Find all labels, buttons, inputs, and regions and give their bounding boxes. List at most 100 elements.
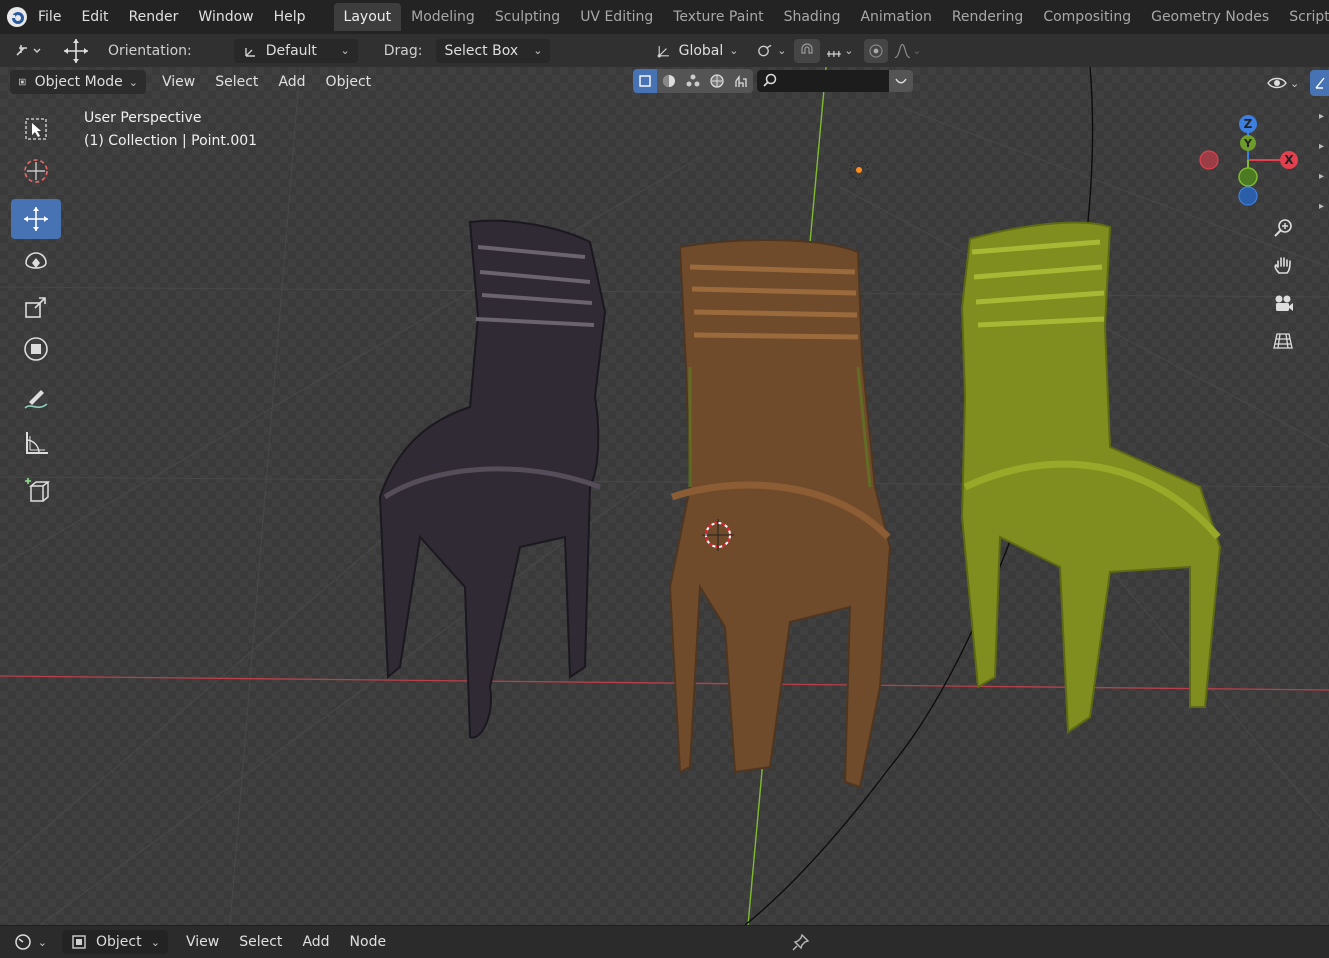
- menu-file[interactable]: File: [28, 4, 71, 30]
- menu-help[interactable]: Help: [264, 4, 316, 30]
- proportional-falloff-dropdown[interactable]: ⌄: [890, 38, 925, 63]
- tool-rotate[interactable]: [11, 243, 61, 283]
- sidebar-tab-arrow-icon[interactable]: ▸: [1314, 101, 1329, 131]
- snap-target-dropdown[interactable]: ⌄: [822, 38, 857, 63]
- chevron-down-icon: ⌄: [533, 44, 543, 57]
- pivot-point-dropdown[interactable]: ⌄: [752, 38, 791, 63]
- gizmo-neg-y[interactable]: [1238, 167, 1258, 187]
- editor-type-dropdown[interactable]: ⌄: [10, 930, 50, 954]
- tool-select-box[interactable]: [11, 109, 61, 149]
- transform-orientation-icon: [658, 45, 670, 57]
- node-tree-type-value: Object: [96, 934, 142, 950]
- viewport-search-input[interactable]: [757, 70, 889, 92]
- orientation-dropdown[interactable]: Default ⌄: [233, 38, 358, 63]
- tool-settings-button[interactable]: [14, 39, 44, 63]
- tab-sculpting[interactable]: Sculpting: [485, 3, 570, 31]
- pan-button[interactable]: [1268, 251, 1298, 281]
- gizmo-toggle-button[interactable]: [1310, 70, 1329, 96]
- active-object-info: (1) Collection | Point.001: [84, 133, 258, 149]
- orientation-label: Orientation:: [108, 42, 192, 59]
- shading-solid-button[interactable]: [657, 69, 681, 93]
- chair-brown[interactable]: [668, 239, 892, 789]
- tab-animation[interactable]: Animation: [850, 3, 941, 31]
- chevron-down-icon: ⌄: [844, 44, 854, 57]
- add-cube-icon: [25, 478, 51, 502]
- menu-edit[interactable]: Edit: [71, 4, 118, 30]
- tab-scripting[interactable]: Scripting: [1279, 3, 1329, 31]
- move-tool-icon: [60, 38, 92, 63]
- blender-logo-icon[interactable]: [6, 4, 28, 30]
- object-icon: [72, 935, 86, 949]
- tool-add-cube[interactable]: [11, 471, 61, 511]
- 3d-viewport[interactable]: Object Mode ⌄ View Select Add Object ⌄ U…: [0, 67, 1329, 925]
- proportional-edit-toggle[interactable]: [864, 38, 889, 63]
- gizmo-neg-x[interactable]: [1199, 150, 1219, 170]
- tab-geometry-nodes[interactable]: Geometry Nodes: [1141, 3, 1279, 31]
- orientation-icon: [245, 47, 255, 57]
- menu-render[interactable]: Render: [119, 4, 189, 30]
- bottom-menu-view[interactable]: View: [176, 934, 229, 950]
- tab-modeling[interactable]: Modeling: [401, 3, 485, 31]
- object-mode-icon: [19, 78, 26, 86]
- ortho-toggle-button[interactable]: [1268, 326, 1298, 356]
- sidebar-tab-arrow-icon[interactable]: ▸: [1314, 131, 1329, 161]
- shading-material-button[interactable]: [705, 69, 729, 93]
- gizmo-z-label: Z: [1244, 117, 1253, 131]
- bottom-menu-add[interactable]: Add: [292, 934, 339, 950]
- bottom-menu-select[interactable]: Select: [229, 934, 292, 950]
- node-tree-type-dropdown[interactable]: Object ⌄: [62, 930, 168, 954]
- tool-cursor[interactable]: [11, 151, 61, 191]
- tool-measure[interactable]: [11, 423, 61, 463]
- gizmo-y-label: Y: [1243, 137, 1253, 150]
- drag-dropdown[interactable]: Select Box ⌄: [436, 38, 551, 63]
- tab-rendering[interactable]: Rendering: [942, 3, 1034, 31]
- filter-dropdown-button[interactable]: [889, 70, 913, 92]
- tab-uv-editing[interactable]: UV Editing: [570, 3, 663, 31]
- tab-texture-paint[interactable]: Texture Paint: [663, 3, 773, 31]
- rotate-icon: [25, 252, 47, 269]
- viewport-menu-select[interactable]: Select: [205, 74, 268, 90]
- chair-olive[interactable]: [960, 221, 1222, 734]
- snap-toggle[interactable]: [794, 38, 821, 63]
- shading-particles-button[interactable]: [681, 69, 705, 93]
- tab-compositing[interactable]: Compositing: [1033, 3, 1141, 31]
- menu-window[interactable]: Window: [188, 4, 263, 30]
- pin-button[interactable]: [791, 932, 811, 952]
- grid-perspective-icon: [1273, 333, 1293, 349]
- tool-transform[interactable]: [11, 329, 61, 369]
- tool-annotate[interactable]: [11, 379, 61, 419]
- tab-shading[interactable]: Shading: [774, 3, 851, 31]
- chair-dark[interactable]: [378, 219, 607, 739]
- gizmo-neg-z[interactable]: [1238, 186, 1258, 206]
- tab-layout[interactable]: Layout: [333, 3, 402, 31]
- chevron-down-icon: ⌄: [1290, 76, 1300, 90]
- camera-view-button[interactable]: [1268, 289, 1298, 319]
- tool-move[interactable]: [11, 199, 61, 239]
- bottom-menu-node[interactable]: Node: [340, 934, 397, 950]
- view-perspective-label: User Perspective: [84, 110, 202, 126]
- chevron-down-icon: ⌄: [37, 935, 47, 949]
- navigation-gizmo[interactable]: X Z Y: [1196, 111, 1306, 221]
- chevron-down-icon: ⌄: [150, 935, 160, 949]
- transform-orientation-dropdown[interactable]: Global ⌄: [648, 38, 747, 63]
- viewport-menu-object[interactable]: Object: [316, 74, 382, 90]
- pivot-point-icon: [758, 44, 772, 56]
- mode-dropdown[interactable]: Object Mode ⌄: [10, 70, 146, 94]
- chevron-down-icon: ⌄: [128, 75, 138, 89]
- light-icon[interactable]: [849, 160, 869, 180]
- viewport-menu-view[interactable]: View: [152, 74, 205, 90]
- move-icon: [24, 207, 48, 231]
- cursor-icon: [24, 159, 48, 183]
- shading-rendered-button[interactable]: [729, 69, 753, 93]
- visibility-dropdown[interactable]: ⌄: [1266, 71, 1304, 95]
- solid-select-button[interactable]: [633, 69, 657, 93]
- sidebar-tab-arrow-icon[interactable]: ▸: [1314, 161, 1329, 191]
- drag-label: Drag:: [383, 42, 423, 59]
- tool-scale[interactable]: [11, 287, 61, 327]
- sidebar-tab-arrow-icon[interactable]: ▸: [1314, 191, 1329, 221]
- viewport-menu-add[interactable]: Add: [268, 74, 315, 90]
- top-bar: File Edit Render Window Help Layout Mode…: [0, 0, 1329, 34]
- zoom-button[interactable]: [1268, 213, 1298, 243]
- bottom-editor-header: ⌄ Object ⌄ View Select Add Node: [0, 925, 1329, 958]
- tool-shelf: [9, 109, 63, 519]
